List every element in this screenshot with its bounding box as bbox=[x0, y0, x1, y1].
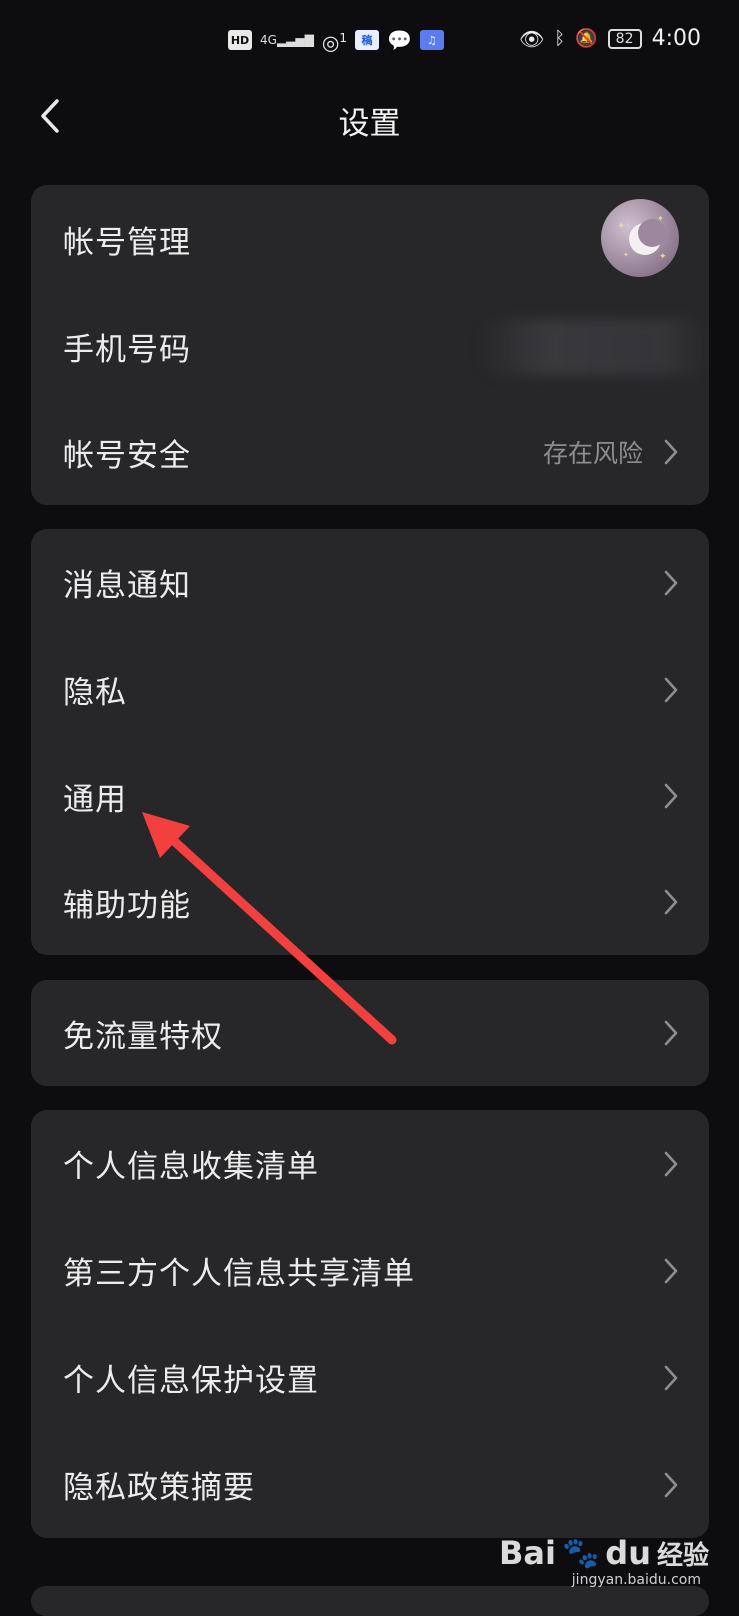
battery-icon: 82 bbox=[607, 28, 642, 49]
settings-item-label: 帐号安全 bbox=[63, 437, 191, 474]
watermark-brand: Bai bbox=[498, 1534, 556, 1572]
settings-item-label: 隐私政策摘要 bbox=[63, 1470, 255, 1506]
watermark-cn: 经验 bbox=[656, 1540, 709, 1571]
chevron-right-icon bbox=[664, 439, 678, 465]
avatar: ✦ ✦ ✦ ✦ bbox=[601, 199, 679, 277]
settings-item-label: 帐号管理 bbox=[63, 224, 191, 261]
chevron-right-icon bbox=[664, 1472, 678, 1497]
moon-icon: ✦ ✦ ✦ ✦ bbox=[617, 214, 667, 262]
next-group-peek bbox=[31, 1586, 709, 1616]
security-status: 存在风险 bbox=[542, 439, 643, 468]
settings-item-accessibility[interactable]: 辅助功能 bbox=[31, 849, 709, 955]
settings-item-notifications[interactable]: 消息通知 bbox=[31, 529, 709, 636]
bluetooth-icon: ᛒ bbox=[554, 27, 566, 49]
settings-item-label: 免流量特权 bbox=[63, 1018, 223, 1055]
paw-icon: 🐾 bbox=[561, 1535, 600, 1571]
signal-icon: 4G▂▃▅▇ bbox=[260, 33, 314, 48]
eye-icon: 👁 bbox=[518, 26, 545, 51]
svg-text:✦: ✦ bbox=[657, 214, 664, 223]
settings-item-general[interactable]: 通用 bbox=[31, 743, 709, 849]
settings-item-label: 手机号码 bbox=[63, 331, 191, 368]
chevron-right-icon bbox=[664, 1151, 678, 1176]
music-icon: ♫ bbox=[419, 30, 444, 51]
settings-item-label: 消息通知 bbox=[63, 568, 191, 604]
bell-off-icon: 🔕 bbox=[575, 27, 598, 49]
chevron-right-icon bbox=[664, 889, 678, 915]
settings-item-info-collection-list[interactable]: 个人信息收集清单 bbox=[31, 1110, 709, 1217]
personal-info-group: 个人信息收集清单 第三方个人信息共享清单 个人信息保护设置 隐私政策摘要 bbox=[31, 1110, 709, 1538]
chevron-right-icon bbox=[664, 677, 678, 702]
baidu-jingyan-watermark: Bai 🐾 du 经验 jingyan.baidu.com bbox=[498, 1534, 709, 1588]
settings-item-label: 辅助功能 bbox=[63, 887, 191, 924]
hd-icon: HD bbox=[228, 30, 252, 51]
app-notification-icon: 稿 bbox=[354, 30, 379, 51]
chevron-right-icon bbox=[664, 783, 678, 809]
settings-item-third-party-sharing-list[interactable]: 第三方个人信息共享清单 bbox=[31, 1217, 709, 1324]
settings-item-label: 个人信息保护设置 bbox=[63, 1363, 319, 1399]
settings-item-account-management[interactable]: 帐号管理 ✦ ✦ ✦ ✦ bbox=[31, 185, 709, 293]
settings-item-label: 隐私 bbox=[63, 675, 127, 711]
settings-item-info-protection-settings[interactable]: 个人信息保护设置 bbox=[31, 1324, 709, 1431]
settings-item-label: 通用 bbox=[63, 781, 127, 818]
watermark-site: jingyan.baidu.com bbox=[571, 1572, 701, 1588]
settings-item-label: 个人信息收集清单 bbox=[63, 1149, 319, 1185]
settings-item-privacy[interactable]: 隐私 bbox=[31, 636, 709, 743]
svg-text:✦: ✦ bbox=[617, 221, 625, 232]
chevron-right-icon bbox=[664, 1020, 678, 1046]
clock: 4:00 bbox=[651, 26, 701, 51]
chevron-right-icon bbox=[664, 570, 678, 595]
chevron-right-icon bbox=[664, 1258, 678, 1283]
settings-item-account-security[interactable]: 帐号安全 存在风险 bbox=[31, 399, 709, 505]
chevron-right-icon bbox=[664, 1365, 678, 1390]
status-bar: HD 4G▂▃▅▇ ◎1 稿 💬 ♫ 👁 ᛒ 🔕 82 4:00 bbox=[0, 0, 739, 80]
page-title: 设置 bbox=[338, 106, 401, 142]
message-icon: 💬 bbox=[386, 28, 412, 53]
svg-text:✦: ✦ bbox=[659, 252, 667, 262]
settings-item-data-free-privilege[interactable]: 免流量特权 bbox=[31, 980, 709, 1086]
redacted-phone-value bbox=[479, 319, 709, 375]
svg-text:✦: ✦ bbox=[623, 251, 629, 259]
account-group: 帐号管理 ✦ ✦ ✦ ✦ 手机号码 帐号安全 存在风险 bbox=[31, 185, 709, 505]
navigation-header: 设置 bbox=[0, 80, 739, 160]
hotspot-icon: ◎1 bbox=[321, 30, 347, 55]
watermark-brand-2: du bbox=[605, 1534, 651, 1572]
general-group: 消息通知 隐私 通用 辅助功能 bbox=[31, 529, 709, 955]
settings-item-privacy-policy-summary[interactable]: 隐私政策摘要 bbox=[31, 1431, 709, 1538]
settings-item-label: 第三方个人信息共享清单 bbox=[63, 1256, 415, 1292]
data-free-group: 免流量特权 bbox=[31, 980, 709, 1086]
settings-item-phone-number[interactable]: 手机号码 bbox=[31, 293, 709, 399]
